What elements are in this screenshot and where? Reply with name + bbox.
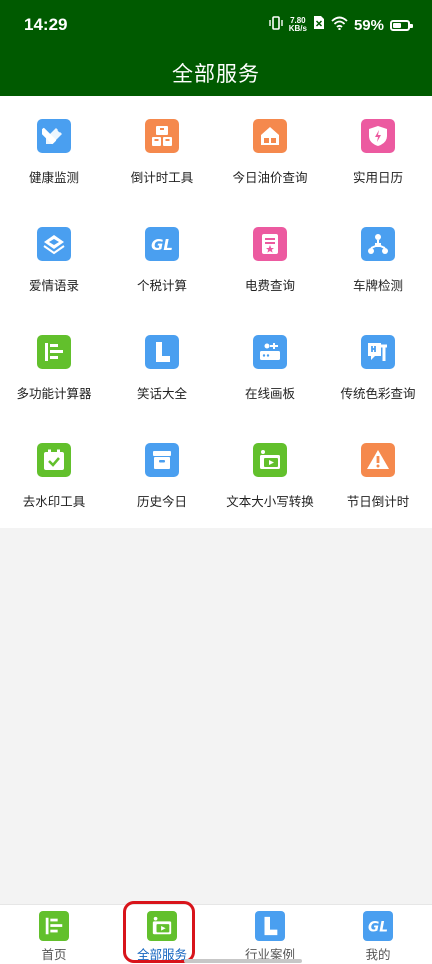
service-label: 爱情语录 [28,279,79,293]
wrench-chat-icon [361,335,395,369]
wifi-icon [331,16,348,35]
boxes-icon [145,119,179,153]
home-indicator [184,959,302,963]
gl-icon: GL [363,911,393,941]
service-label: 去水印工具 [22,495,86,509]
services-panel: 健康监测 倒计时工具 今日油价查询 实用日历爱情语录 GL 个税计算 电费查询 车牌检测多功能… [0,96,432,528]
shield-bolt-icon [361,119,395,153]
certificate-icon [253,227,287,261]
service-item[interactable]: 今日油价查询 [216,96,324,204]
service-label: 节日倒计时 [346,495,410,509]
house-icon [253,119,287,153]
status-indicators: 7.80 KB/s 59% [269,14,413,36]
service-label: 今日油价查询 [232,171,308,185]
service-label: 实用日历 [352,171,403,185]
calendar-check-icon [37,443,71,477]
service-item[interactable]: 爱情语录 [0,204,108,312]
service-label: 笑话大全 [136,387,187,401]
battery-fill [393,22,402,28]
service-label: 倒计时工具 [130,171,194,185]
service-item[interactable]: 节日倒计时 [324,420,432,528]
service-label: 电费查询 [244,279,295,293]
list-arrow-icon [37,335,71,369]
l-letter-icon [145,335,179,369]
no-sim-icon [313,15,325,35]
service-item[interactable]: 历史今日 [108,420,216,528]
service-item[interactable]: 多功能计算器 [0,312,108,420]
network-speed: 7.80 KB/s [289,17,307,33]
svg-text:GL: GL [151,236,173,254]
video-player-icon [253,443,287,477]
nav-item[interactable]: 首页 [0,905,108,964]
service-item[interactable]: 车牌检测 [324,204,432,312]
battery-percent: 59% [353,16,384,34]
battery-icon [390,19,413,31]
service-item[interactable]: 传统色彩查询 [324,312,432,420]
service-item[interactable]: 文本大小写转换 [216,420,324,528]
video-player-icon [147,911,177,941]
service-item[interactable]: 倒计时工具 [108,96,216,204]
layers-icon [37,227,71,261]
service-item[interactable]: 去水印工具 [0,420,108,528]
service-item[interactable]: 健康监测 [0,96,108,204]
svg-text:GL: GL [368,920,388,936]
nav-label: 首页 [41,948,67,962]
service-label: 车牌检测 [352,279,403,293]
service-item[interactable]: 电费查询 [216,204,324,312]
header: 全部服务 [0,50,432,96]
bottom-nav: 首页 全部服务 行业案例 GL 我的 [0,904,432,964]
pencil-ruler-icon [37,119,71,153]
service-label: 历史今日 [136,495,187,509]
list-arrow-icon [39,911,69,941]
router-icon [253,335,287,369]
gl-icon: GL [145,227,179,261]
services-grid: 健康监测 倒计时工具 今日油价查询 实用日历爱情语录 GL 个税计算 电费查询 车牌检测多功能… [0,96,432,528]
service-label: 个税计算 [136,279,187,293]
nav-item[interactable]: 行业案例 [216,905,324,964]
status-time: 14:29 [24,15,68,34]
status-bar: 14:29 7.80 KB/s 59% [0,0,432,50]
service-label: 多功能计算器 [16,387,92,401]
service-item[interactable]: 在线画板 [216,312,324,420]
l-letter-icon [255,911,285,941]
warning-icon [361,443,395,477]
service-item[interactable]: 笑话大全 [108,312,216,420]
service-label: 传统色彩查询 [340,387,416,401]
network-icon [361,227,395,261]
nav-item[interactable]: 全部服务 [108,905,216,964]
nav-label: 全部服务 [136,948,187,962]
service-item[interactable]: GL 个税计算 [108,204,216,312]
service-item[interactable]: 实用日历 [324,96,432,204]
network-speed-unit: KB/s [288,24,307,33]
nav-label: 我的 [365,948,391,962]
vibrate-icon [269,15,283,36]
page-title: 全部服务 [172,63,260,86]
archive-icon [145,443,179,477]
service-label: 健康监测 [28,171,79,185]
service-label: 文本大小写转换 [226,495,314,509]
nav-item[interactable]: GL 我的 [324,905,432,964]
service-label: 在线画板 [244,387,295,401]
